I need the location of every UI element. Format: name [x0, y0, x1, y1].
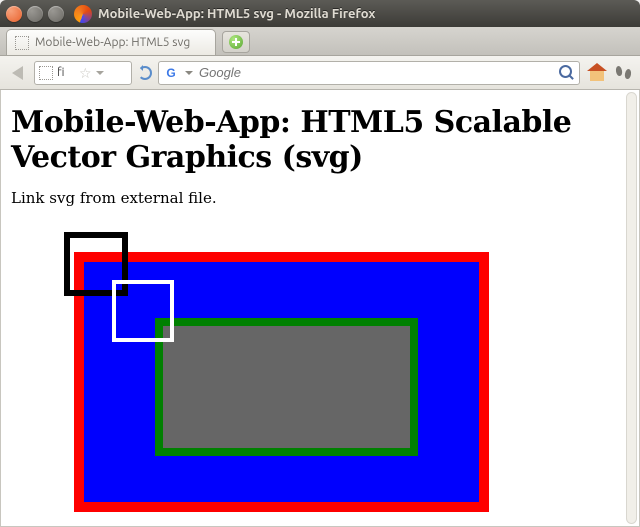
svg-embed [11, 227, 623, 527]
page-content: Mobile-Web-App: HTML5 Scalable Vector Gr… [1, 90, 639, 527]
arrow-left-icon [12, 66, 23, 80]
content-viewport: Mobile-Web-App: HTML5 Scalable Vector Gr… [0, 90, 640, 527]
navigation-toolbar: fi ☆ G [0, 56, 640, 90]
new-tab-button[interactable] [222, 31, 250, 53]
plus-icon [229, 35, 243, 49]
svg-rect-inner [159, 322, 414, 452]
tab-strip: Mobile-Web-App: HTML5 svg [0, 27, 640, 56]
firefox-icon [74, 5, 92, 23]
maximize-window-button[interactable] [48, 6, 64, 22]
minimize-window-button[interactable] [27, 6, 43, 22]
tab-active[interactable]: Mobile-Web-App: HTML5 svg [6, 29, 216, 55]
url-bar[interactable]: fi ☆ [34, 61, 132, 85]
page-heading: Mobile-Web-App: HTML5 Scalable Vector Gr… [11, 106, 623, 175]
close-window-button[interactable] [6, 6, 22, 22]
home-button[interactable] [586, 63, 608, 83]
url-text: fi [57, 66, 75, 79]
bookmark-star-icon[interactable]: ☆ [79, 66, 92, 80]
back-button[interactable] [6, 63, 28, 83]
reload-button[interactable] [138, 66, 152, 80]
search-bar[interactable]: G [158, 61, 580, 85]
site-identity-icon [39, 66, 53, 80]
search-engine-chevron-icon[interactable] [185, 71, 193, 75]
vertical-scrollbar[interactable] [626, 92, 637, 524]
chevron-down-icon[interactable] [96, 71, 104, 75]
footprint-icon[interactable] [614, 64, 634, 82]
window-titlebar: Mobile-Web-App: HTML5 svg - Mozilla Fire… [0, 0, 640, 27]
home-roof-icon [587, 63, 607, 71]
google-engine-icon: G [163, 65, 179, 81]
page-paragraph: Link svg from external file. [11, 189, 623, 207]
page-favicon-placeholder-icon [15, 36, 29, 50]
search-submit-button[interactable] [559, 65, 575, 81]
tab-label: Mobile-Web-App: HTML5 svg [35, 36, 190, 49]
home-body-icon [590, 71, 604, 81]
window-buttons [6, 6, 64, 22]
demo-svg [39, 227, 509, 527]
search-input[interactable] [199, 65, 553, 80]
window-title: Mobile-Web-App: HTML5 svg - Mozilla Fire… [98, 7, 375, 21]
